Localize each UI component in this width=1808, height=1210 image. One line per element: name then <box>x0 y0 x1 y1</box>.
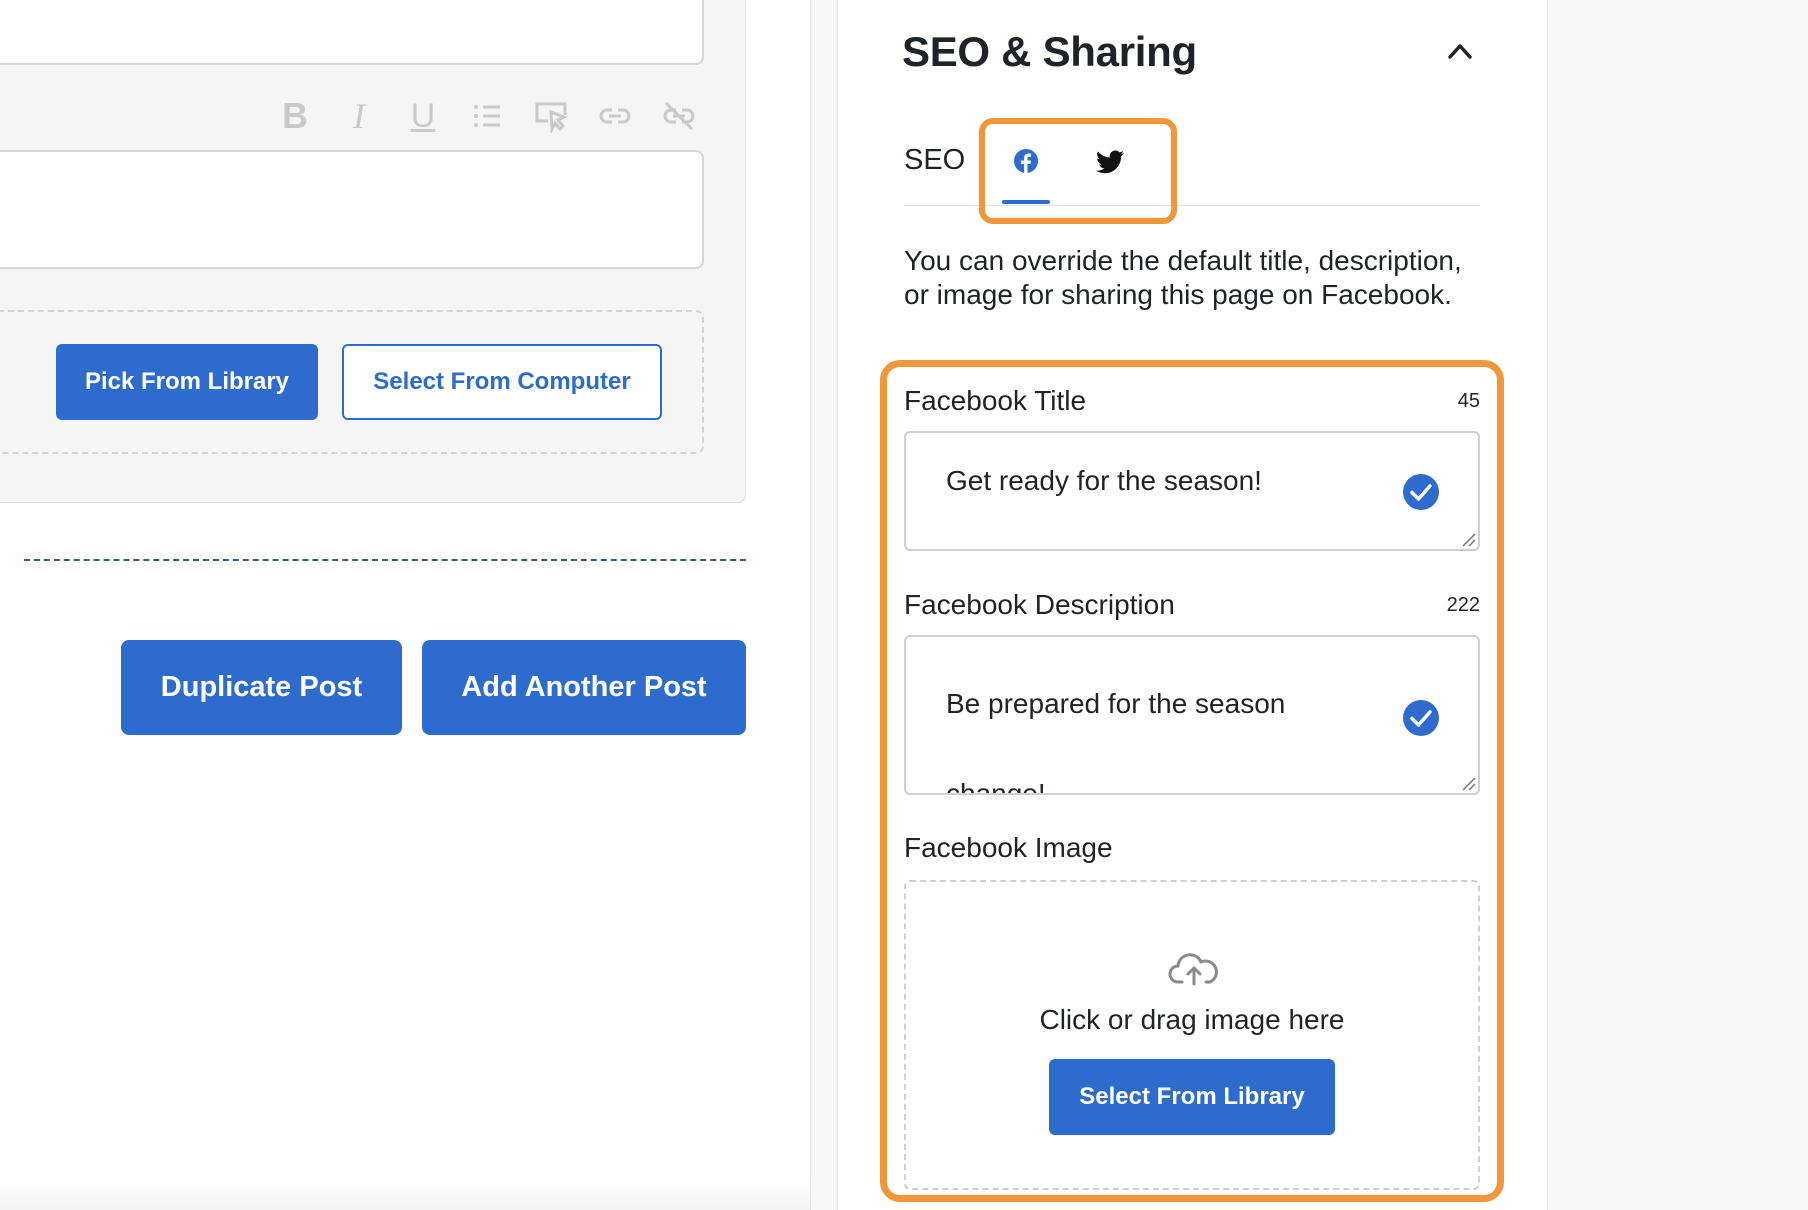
bullet-list-icon <box>474 105 500 127</box>
italic-icon: I <box>353 96 365 136</box>
check-circle-icon <box>1403 474 1439 510</box>
page-background-right <box>1548 0 1808 1210</box>
bold-icon: B <box>282 95 308 136</box>
cloud-upload-icon <box>1168 953 1218 986</box>
annotation-highlight-tabs <box>979 118 1177 224</box>
resize-handle-icon[interactable] <box>1460 775 1476 791</box>
sharing-intro-text: You can override the default title, desc… <box>904 245 1462 310</box>
facebook-description-field[interactable]: Be prepared for the season change! <box>904 635 1480 795</box>
select-from-computer-button[interactable]: Select From Computer <box>342 344 662 420</box>
facebook-title-char-count: 45 <box>1457 390 1480 412</box>
panel-gutter <box>810 0 838 1210</box>
bottom-shadow <box>0 1180 810 1210</box>
button-insert-button[interactable] <box>532 96 570 136</box>
unlink-icon <box>663 101 695 131</box>
bullet-list-button[interactable] <box>468 96 506 136</box>
panel-title: SEO & Sharing <box>902 28 1197 75</box>
tab-seo[interactable]: SEO <box>904 144 965 177</box>
pick-from-library-button[interactable]: Pick From Library <box>56 344 318 420</box>
section-divider <box>24 559 746 561</box>
unlink-button[interactable] <box>660 96 698 136</box>
link-icon <box>599 108 631 124</box>
underline-icon: U <box>410 96 436 135</box>
duplicate-post-button[interactable]: Duplicate Post <box>121 640 402 735</box>
facebook-image-dropzone[interactable]: Click or drag image here <box>904 880 1480 1190</box>
select-from-library-button[interactable]: Select From Library <box>1049 1059 1335 1135</box>
dropzone-text: Click or drag image here <box>1039 1004 1345 1035</box>
bold-button[interactable]: B <box>276 95 314 136</box>
facebook-description-char-count: 222 <box>1446 594 1480 616</box>
underline-button[interactable]: U <box>404 96 442 136</box>
facebook-title-field[interactable]: Get ready for the season! <box>904 431 1480 551</box>
italic-button[interactable]: I <box>340 96 378 136</box>
facebook-description-value: Be prepared for the season change! <box>946 688 1286 795</box>
chevron-up-icon <box>1448 44 1472 59</box>
facebook-title-label: Facebook Title <box>904 385 1087 416</box>
cursor-button-icon <box>535 102 568 133</box>
check-circle-icon <box>1403 700 1439 736</box>
add-another-post-button[interactable]: Add Another Post <box>422 640 746 735</box>
editor-textarea[interactable] <box>0 150 704 269</box>
link-button[interactable] <box>596 96 634 136</box>
facebook-image-label: Facebook Image <box>904 832 1113 863</box>
rich-text-toolbar: B I U <box>276 95 698 136</box>
resize-handle-icon[interactable] <box>1460 531 1476 547</box>
facebook-description-label: Facebook Description <box>904 589 1175 620</box>
editor-input-top[interactable] <box>0 0 704 65</box>
collapse-panel-button[interactable] <box>1440 36 1480 66</box>
facebook-title-value: Get ready for the season! <box>946 465 1262 496</box>
